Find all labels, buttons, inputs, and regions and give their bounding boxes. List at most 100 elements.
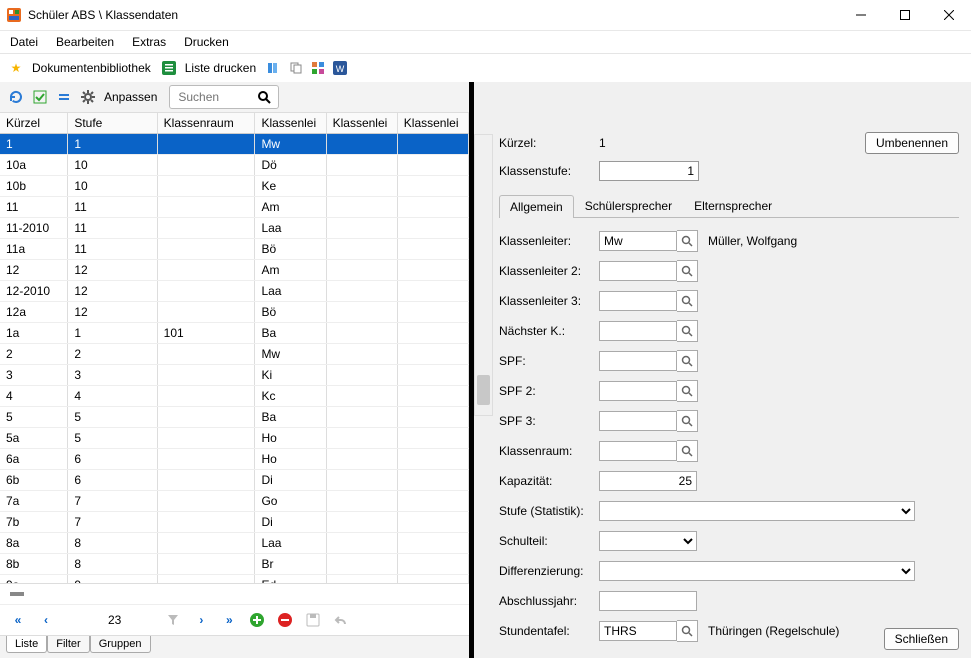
table-row[interactable]: 7a7Go bbox=[0, 491, 469, 512]
table-row[interactable]: 11Mw bbox=[0, 134, 469, 155]
tab-schuelersprecher[interactable]: Schülersprecher bbox=[574, 194, 683, 217]
delete-record-icon[interactable] bbox=[277, 612, 293, 628]
refresh-icon[interactable] bbox=[8, 89, 24, 105]
undo-icon[interactable] bbox=[333, 612, 349, 628]
star-icon[interactable]: ★ bbox=[8, 60, 24, 76]
table-row[interactable]: 1212Am bbox=[0, 260, 469, 281]
spf-2-input[interactable] bbox=[599, 381, 677, 401]
table-row[interactable]: 8b8Br bbox=[0, 554, 469, 575]
gear-icon[interactable] bbox=[80, 89, 96, 105]
word-icon[interactable]: W bbox=[332, 60, 348, 76]
stundentafel-input[interactable] bbox=[599, 621, 677, 641]
bottom-tabs: Liste Filter Gruppen bbox=[0, 635, 469, 658]
close-window-button[interactable] bbox=[927, 0, 971, 30]
customize-button[interactable]: Anpassen bbox=[104, 90, 157, 104]
table-row[interactable]: 6a6Ho bbox=[0, 449, 469, 470]
klassenleiter-3-label: Klassenleiter 3: bbox=[499, 294, 599, 308]
table-row[interactable]: 33Ki bbox=[0, 365, 469, 386]
save-icon[interactable] bbox=[305, 612, 321, 628]
klassenleiter-1-input[interactable] bbox=[599, 231, 677, 251]
lookup-icon[interactable] bbox=[677, 410, 698, 432]
scrollbar[interactable] bbox=[474, 134, 493, 416]
table-row[interactable]: 1111Am bbox=[0, 197, 469, 218]
docs-library-button[interactable]: Dokumentenbibliothek bbox=[32, 61, 151, 75]
table-row[interactable]: 11-201011Laa bbox=[0, 218, 469, 239]
col-klassenraum[interactable]: Klassenraum bbox=[157, 113, 255, 134]
copy-icon[interactable] bbox=[288, 60, 304, 76]
col-klassenleiter-2[interactable]: Klassenlei bbox=[326, 113, 397, 134]
menu-bar: Datei Bearbeiten Extras Drucken bbox=[0, 30, 971, 53]
nav-next-icon[interactable]: › bbox=[193, 612, 209, 628]
search-icon[interactable] bbox=[256, 89, 272, 105]
table-row[interactable]: 1a1101Ba bbox=[0, 323, 469, 344]
grid-icon[interactable] bbox=[310, 60, 326, 76]
col-kuerzel[interactable]: Kürzel bbox=[0, 113, 68, 134]
spf-3-input[interactable] bbox=[599, 411, 677, 431]
stufe-statistik-select[interactable] bbox=[599, 501, 915, 521]
print-list-button[interactable]: Liste drucken bbox=[185, 61, 256, 75]
columns-icon[interactable] bbox=[266, 60, 282, 76]
table-row[interactable]: 9a9Ed bbox=[0, 575, 469, 584]
table-row[interactable]: 22Mw bbox=[0, 344, 469, 365]
differenzierung-label: Differenzierung: bbox=[499, 564, 599, 578]
menu-file[interactable]: Datei bbox=[10, 35, 38, 49]
lookup-icon[interactable] bbox=[677, 620, 698, 642]
table-row[interactable]: 6b6Di bbox=[0, 470, 469, 491]
add-record-icon[interactable] bbox=[249, 612, 265, 628]
col-stufe[interactable]: Stufe bbox=[68, 113, 157, 134]
naechster-klassenleiter-input[interactable] bbox=[599, 321, 677, 341]
maximize-button[interactable] bbox=[883, 0, 927, 30]
lookup-icon[interactable] bbox=[677, 230, 698, 252]
col-klassenleiter-3[interactable]: Klassenlei bbox=[397, 113, 468, 134]
col-klassenleiter-1[interactable]: Klassenlei bbox=[255, 113, 326, 134]
tab-allgemein[interactable]: Allgemein bbox=[499, 195, 574, 218]
schulteil-select[interactable] bbox=[599, 531, 697, 551]
klassenleiter-2-input[interactable] bbox=[599, 261, 677, 281]
right-panel: Kürzel: 1 Umbenennen Klassenstufe: Allge… bbox=[474, 82, 971, 658]
table-row[interactable]: 12-201012Laa bbox=[0, 281, 469, 302]
check-icon[interactable] bbox=[32, 89, 48, 105]
lookup-icon[interactable] bbox=[677, 260, 698, 282]
menu-print[interactable]: Drucken bbox=[184, 35, 229, 49]
table-row[interactable]: 10a10Dö bbox=[0, 155, 469, 176]
klassenleiter-2-label: Klassenleiter 2: bbox=[499, 264, 599, 278]
tab-elternsprecher[interactable]: Elternsprecher bbox=[683, 194, 783, 217]
lookup-icon[interactable] bbox=[677, 440, 698, 462]
menu-extras[interactable]: Extras bbox=[132, 35, 166, 49]
nav-last-icon[interactable]: » bbox=[221, 612, 237, 628]
table-row[interactable]: 44Kc bbox=[0, 386, 469, 407]
klassenleiter-3-input[interactable] bbox=[599, 291, 677, 311]
table-row[interactable]: 5a5Ho bbox=[0, 428, 469, 449]
collapse-icon[interactable] bbox=[56, 89, 72, 105]
lookup-icon[interactable] bbox=[677, 290, 698, 312]
differenzierung-select[interactable] bbox=[599, 561, 915, 581]
filter-icon[interactable] bbox=[165, 612, 181, 628]
table-row[interactable]: 12a12Bö bbox=[0, 302, 469, 323]
lookup-icon[interactable] bbox=[677, 320, 698, 342]
nav-first-icon[interactable]: « bbox=[10, 612, 26, 628]
tab-filter[interactable]: Filter bbox=[47, 636, 89, 653]
spf-input[interactable] bbox=[599, 351, 677, 371]
menu-edit[interactable]: Bearbeiten bbox=[56, 35, 114, 49]
abschlussjahr-input[interactable] bbox=[599, 591, 697, 611]
rename-button[interactable]: Umbenennen bbox=[865, 132, 959, 154]
spf-3-label: SPF 3: bbox=[499, 414, 599, 428]
table-row[interactable]: 11a11Bö bbox=[0, 239, 469, 260]
search-input[interactable] bbox=[176, 89, 250, 105]
kapazitaet-input[interactable] bbox=[599, 471, 697, 491]
table-row[interactable]: 8a8Laa bbox=[0, 533, 469, 554]
table-row[interactable]: 10b10Ke bbox=[0, 176, 469, 197]
search-box[interactable] bbox=[169, 85, 279, 109]
minimize-button[interactable] bbox=[839, 0, 883, 30]
table-row[interactable]: 55Ba bbox=[0, 407, 469, 428]
class-table[interactable]: Kürzel Stufe Klassenraum Klassenlei Klas… bbox=[0, 112, 469, 583]
lookup-icon[interactable] bbox=[677, 350, 698, 372]
klassenraum-input[interactable] bbox=[599, 441, 677, 461]
table-row[interactable]: 7b7Di bbox=[0, 512, 469, 533]
close-button[interactable]: Schließen bbox=[884, 628, 959, 650]
tab-list[interactable]: Liste bbox=[6, 636, 47, 653]
klassenstufe-input[interactable] bbox=[599, 161, 699, 181]
nav-prev-icon[interactable]: ‹ bbox=[38, 612, 54, 628]
lookup-icon[interactable] bbox=[677, 380, 698, 402]
tab-groups[interactable]: Gruppen bbox=[90, 636, 151, 653]
